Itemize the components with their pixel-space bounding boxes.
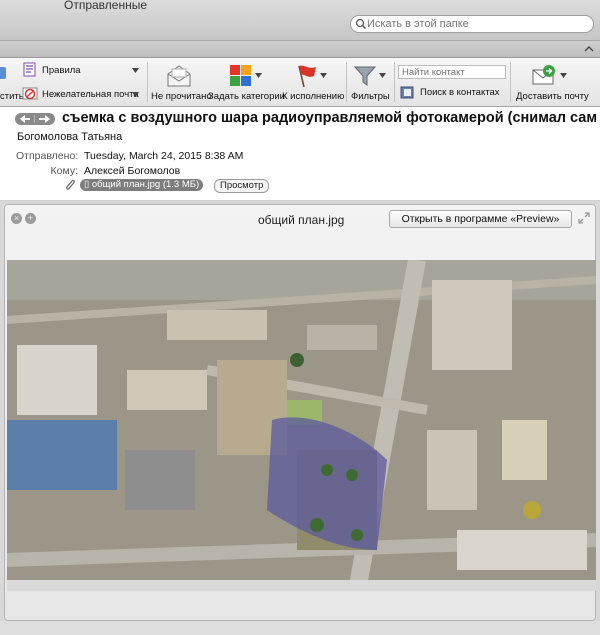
chevron-down-icon [320,73,327,78]
open-in-preview-button[interactable]: Открыть в программе «Preview» [389,210,572,228]
deliver-mail-button[interactable]: Доставить почту [514,62,589,104]
to-value[interactable]: Алексей Богомолов [84,165,180,177]
search-contacts-label: Поиск в контактах [420,87,500,98]
move-icon [0,67,6,79]
filters-button[interactable]: Фильтры [350,62,392,104]
unread-button[interactable]: Не прочитано [151,62,212,104]
red-flag-icon [298,65,316,88]
nav-arrows[interactable] [15,113,55,125]
file-icon: ▯ [84,179,92,190]
chevron-down-icon [560,73,567,78]
move-label: стить [0,91,24,102]
search-field[interactable] [350,15,594,33]
ribbon-divider [394,62,395,102]
collapse-ribbon-icon[interactable] [584,44,594,54]
magnifier-icon [355,18,367,30]
funnel-icon [354,66,376,86]
close-icon[interactable]: × [11,213,22,224]
junk-mail-label: Нежелательная почта [42,89,139,100]
address-book-icon [400,86,414,99]
rules-label: Правила [42,65,81,76]
chevron-down-icon [255,73,262,78]
junk-mail-button[interactable]: Нежелательная почта [22,86,142,101]
chevron-down-icon [379,73,386,78]
to-key: Кому: [50,165,78,177]
followup-button[interactable]: К исполнению [282,62,344,104]
chevron-down-icon [132,92,139,97]
color-squares-icon [230,65,251,86]
sent-value: Tuesday, March 24, 2015 8:38 AM [84,150,244,162]
preview-button[interactable]: Просмотр [214,179,270,193]
search-contacts-button[interactable]: Поиск в контактах [400,86,500,100]
unread-label: Не прочитано [151,91,212,102]
ribbon-tabs-bar [0,41,600,58]
junk-mail-icon [22,87,38,100]
categories-label: Задать категории [208,91,285,102]
search-input[interactable] [367,17,587,31]
ribbon-divider [346,62,347,102]
fullscreen-icon[interactable] [578,212,590,224]
followup-label: К исполнению [282,91,345,102]
envelope-unread-icon [167,65,191,87]
deliver-mail-label: Доставить почту [516,91,589,102]
attachment-label: общий план.jpg (1.3 МБ) [91,179,200,190]
find-contact-input[interactable] [399,66,505,79]
send-receive-icon [532,65,555,85]
categories-button[interactable]: Задать категории [208,62,285,104]
rules-icon [23,62,36,77]
paperclip-icon [66,179,75,190]
move-button[interactable] [0,65,8,81]
chevron-down-icon [132,68,139,73]
status-strip [0,621,600,635]
message-subject: съемка с воздушного шара радиоуправляемо… [62,110,598,126]
rules-button[interactable]: Правила [22,62,142,77]
plus-icon[interactable]: + [25,213,36,224]
attachment-pill[interactable]: ▯ общий план.jpg (1.3 МБ) [80,179,204,191]
sender-name[interactable]: Богомолова Татьяна [17,131,122,143]
find-contact-field[interactable] [398,65,506,79]
filters-label: Фильтры [351,91,390,102]
folder-title: Отправленные [64,0,148,12]
sent-key: Отправлено: [16,150,79,162]
aerial-photo [7,260,596,591]
quicklook-title: общий план.jpg [258,213,345,227]
ribbon-divider [147,62,148,102]
arrow-left-icon [20,115,50,123]
ribbon-divider [510,62,511,102]
